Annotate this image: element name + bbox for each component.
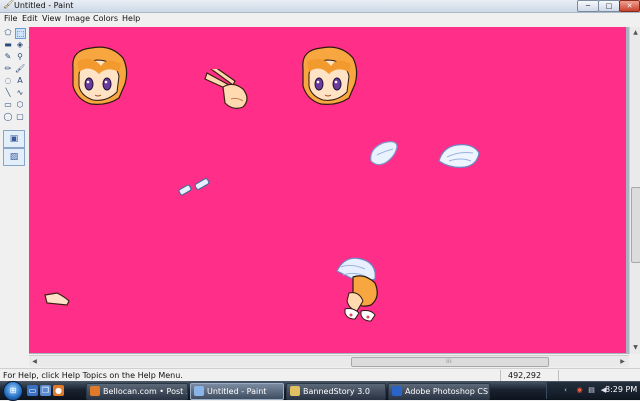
curve-icon[interactable]: ∿ [15, 88, 25, 98]
horizontal-scroll-thumb[interactable]: ⁞⁞⁞ [351, 357, 549, 367]
menu-view[interactable]: View [42, 14, 61, 23]
app-icon [392, 386, 402, 396]
taskbar-button-label: BannedStory 3.0 [303, 387, 370, 396]
taskbar-button[interactable]: Untitled - Paint [190, 383, 284, 400]
taskbar: ⊞ ▭ ❐ ● Bellocan.com • Post ... Untitled … [0, 381, 640, 401]
scroll-left-arrow-icon[interactable]: ◀ [30, 357, 39, 366]
chibi-character-sprite [336, 257, 378, 322]
color-picker-icon[interactable]: ✎ [3, 52, 13, 62]
cursor-coordinates: 492,292 [508, 371, 542, 380]
scroll-up-arrow-icon[interactable]: ▲ [631, 28, 640, 37]
menu-colors[interactable]: Colors [93, 14, 118, 23]
app-icon [194, 386, 204, 396]
taskbar-button-label: Adobe Photoshop CS... [405, 387, 490, 396]
taskbar-button[interactable]: BannedStory 3.0 [286, 383, 386, 400]
wing-sprite [370, 141, 398, 166]
app-icon [90, 386, 100, 396]
taskbar-button-label: Bellocan.com • Post ... [103, 387, 188, 396]
menu-bar: File Edit View Image Colors Help [0, 13, 640, 24]
shoe-sprite [44, 292, 70, 306]
app-icon [290, 386, 300, 396]
wing-sprite [438, 144, 480, 168]
airbrush-icon[interactable]: ◌ [3, 76, 13, 86]
anime-head-sprite [72, 46, 128, 105]
start-button[interactable]: ⊞ [3, 381, 23, 401]
switch-windows-icon[interactable]: ❐ [40, 385, 51, 396]
vertical-scroll-thumb[interactable] [631, 187, 640, 263]
chevron-left-icon[interactable]: ‹ [561, 386, 570, 395]
minimize-button[interactable]: ─ [577, 0, 599, 12]
toolbox: ⬠ ⬚ ▬ ◈ ✎ ⚲ ✏ 🖌 ◌ A ╲ ∿ ▭ ⬡ ◯ ▢ ▣ ▨ [0, 26, 28, 368]
rect-select-icon[interactable]: ⬚ [15, 28, 26, 39]
taskbar-button[interactable]: Bellocan.com • Post ... [86, 383, 188, 400]
status-help-text: For Help, click Help Topics on the Help … [3, 371, 183, 380]
close-button[interactable]: ✕ [619, 0, 640, 12]
text-icon[interactable]: A [15, 76, 25, 86]
magnifier-icon[interactable]: ⚲ [15, 52, 25, 62]
windows-flag-icon: ⊞ [9, 386, 17, 395]
brush-icon[interactable]: 🖌 [15, 64, 25, 74]
horizontal-scrollbar[interactable]: ◀ ⁞⁞⁞ ▶ [29, 355, 629, 367]
eraser-icon[interactable]: ▬ [3, 40, 13, 50]
taskbar-button-label: Untitled - Paint [207, 387, 267, 396]
menu-image[interactable]: Image [65, 14, 90, 23]
menu-file[interactable]: File [4, 14, 17, 23]
pencil-icon[interactable]: ✏ [3, 64, 13, 74]
drawing-canvas[interactable] [29, 27, 626, 353]
menu-help[interactable]: Help [122, 14, 140, 23]
window-title: Untitled - Paint [14, 1, 74, 10]
menu-edit[interactable]: Edit [22, 14, 38, 23]
fill-option-icon: ▨ [9, 152, 19, 162]
status-bar: For Help, click Help Topics on the Help … [0, 368, 640, 382]
cuff-sprite [178, 178, 210, 196]
firefox-icon[interactable]: ● [53, 385, 64, 396]
status-divider [558, 370, 559, 381]
taskbar-button[interactable]: Adobe Photoshop CS... [388, 383, 490, 400]
polygon-icon[interactable]: ⬡ [15, 100, 25, 110]
network-icon[interactable]: ▤ [587, 386, 596, 395]
security-icon[interactable]: ◉ [575, 386, 584, 395]
rectangle-icon[interactable]: ▭ [3, 100, 13, 110]
scroll-right-arrow-icon[interactable]: ▶ [618, 357, 627, 366]
status-divider [500, 370, 501, 381]
hand-sprite [204, 69, 248, 109]
ellipse-icon[interactable]: ◯ [3, 112, 13, 122]
vertical-scrollbar[interactable]: ▲ ▼ [629, 27, 640, 354]
show-desktop-icon[interactable]: ▭ [27, 385, 38, 396]
paint-icon[interactable]: 🖌 [3, 1, 14, 10]
fill-bucket-icon[interactable]: ◈ [15, 40, 25, 50]
title-bar: 🖌 Untitled - Paint ─ □ ✕ [0, 0, 640, 13]
maximize-button[interactable]: □ [598, 0, 620, 12]
anime-head-sprite [302, 46, 358, 105]
clock[interactable]: 8:29 PM [605, 385, 637, 395]
fill-option-icon: ▣ [9, 134, 19, 144]
fill-option-1[interactable]: ▣ [3, 130, 25, 148]
fill-option-2[interactable]: ▨ [3, 148, 25, 166]
canvas-area [29, 27, 629, 354]
free-form-select-icon[interactable]: ⬠ [3, 28, 13, 38]
scroll-grip-icon: ⁞⁞⁞ [446, 358, 452, 365]
rounded-rect-icon[interactable]: ▢ [15, 112, 25, 122]
scroll-down-arrow-icon[interactable]: ▼ [631, 343, 640, 352]
line-icon[interactable]: ╲ [3, 88, 13, 98]
